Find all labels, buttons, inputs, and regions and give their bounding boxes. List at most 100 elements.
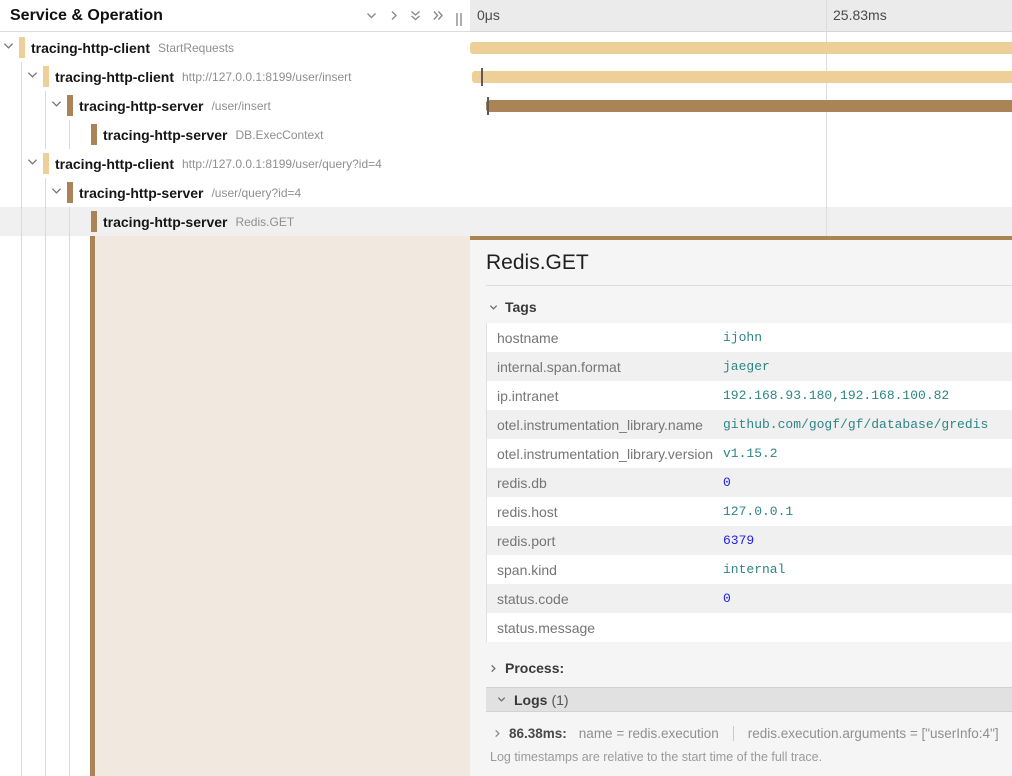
operation-name: Redis.GET bbox=[235, 215, 294, 229]
logs-label: Logs bbox=[514, 692, 547, 708]
double-chevron-right-icon[interactable] bbox=[430, 8, 445, 23]
tag-key: status.code bbox=[487, 591, 723, 607]
chevron-down-icon[interactable] bbox=[27, 71, 38, 79]
span-color-bar bbox=[19, 37, 25, 58]
log-marker-tick bbox=[481, 68, 483, 86]
chevron-right-icon[interactable] bbox=[386, 8, 401, 23]
span-tree-row[interactable]: tracing-http-client http://127.0.0.1:8199… bbox=[0, 149, 470, 178]
indent-guide bbox=[21, 236, 22, 776]
span-bar[interactable] bbox=[472, 71, 1012, 83]
span-color-bar bbox=[43, 66, 49, 87]
indent-guide bbox=[45, 236, 46, 776]
tag-key: redis.host bbox=[487, 504, 723, 520]
log-field: redis.execution.arguments = ["userInfo:4… bbox=[733, 726, 999, 741]
chevron-down-icon[interactable] bbox=[27, 158, 38, 166]
tag-key: otel.instrumentation_library.version bbox=[487, 446, 723, 462]
span-row-label: tracing-http-server/user/insert bbox=[79, 91, 271, 120]
operation-name: /user/query?id=4 bbox=[211, 186, 301, 200]
tag-row: otel.instrumentation_library.versionv1.1… bbox=[487, 439, 1012, 468]
chevron-down-icon[interactable] bbox=[364, 8, 379, 23]
timeline-tick-label: 25.83ms bbox=[833, 0, 887, 31]
span-bar[interactable] bbox=[486, 100, 1012, 112]
span-tree-row[interactable]: tracing-http-clienthttp://127.0.0.1:8199… bbox=[0, 62, 470, 91]
tag-key: otel.instrumentation_library.name bbox=[487, 417, 723, 433]
span-color-bar bbox=[91, 211, 97, 232]
detail-divider bbox=[486, 285, 1012, 286]
logs-section-header[interactable]: Logs (1) bbox=[486, 687, 1012, 712]
span-tree-row[interactable]: tracing-http-server/user/query?id=4 bbox=[0, 178, 470, 207]
timeline-header-left: Service & Operation bbox=[0, 0, 470, 32]
operation-name: StartRequests bbox=[158, 41, 234, 55]
process-section-header[interactable]: Process: bbox=[486, 655, 1012, 681]
tag-row: hostnameijohn bbox=[487, 323, 1012, 352]
chevron-down-icon[interactable] bbox=[51, 187, 62, 195]
tags-label: Tags bbox=[505, 299, 537, 315]
service-name: tracing-http-client bbox=[55, 69, 174, 85]
service-name: tracing-http-server bbox=[79, 98, 203, 114]
tags-section-header[interactable]: Tags bbox=[486, 295, 1012, 319]
tag-value: ijohn bbox=[723, 330, 762, 345]
log-field: name = redis.execution bbox=[579, 726, 719, 741]
span-color-bar bbox=[43, 153, 49, 174]
span-detail-title: Redis.GET bbox=[486, 248, 1012, 278]
span-tree-row[interactable]: tracing-http-server/user/insert bbox=[0, 91, 470, 120]
tag-key: redis.db bbox=[487, 475, 723, 491]
span-color-bar bbox=[67, 182, 73, 203]
indent-guide bbox=[21, 120, 22, 149]
timeline-ruler: 0μs 25.83ms bbox=[470, 0, 1012, 32]
service-name: tracing-http-client bbox=[55, 156, 174, 172]
double-chevron-down-icon[interactable] bbox=[408, 8, 423, 23]
trace-timeline-view: Service & Operation 0μs 25.83ms tracing-h… bbox=[0, 0, 1012, 776]
tag-row: ip.intranet192.168.93.180,192.168.100.82 bbox=[487, 381, 1012, 410]
span-tree-row[interactable]: tracing-http-server DB.ExecContext bbox=[0, 120, 470, 149]
span-color-bar bbox=[91, 124, 97, 145]
tag-row: redis.host127.0.0.1 bbox=[487, 497, 1012, 526]
chevron-down-icon[interactable] bbox=[3, 42, 14, 50]
chevron-right-icon bbox=[488, 663, 499, 674]
span-bar[interactable] bbox=[470, 42, 1012, 54]
indent-guide bbox=[69, 236, 70, 776]
span-row-label: tracing-http-clienthttp://127.0.0.1:8199… bbox=[55, 62, 351, 91]
indent-guide bbox=[69, 207, 70, 236]
service-name: tracing-http-server bbox=[103, 214, 227, 230]
tag-value: 6379 bbox=[723, 533, 754, 548]
tag-row: internal.span.formatjaeger bbox=[487, 352, 1012, 381]
process-label: Process: bbox=[505, 660, 564, 676]
tag-value: v1.15.2 bbox=[723, 446, 778, 461]
span-row-label: tracing-http-client http://127.0.0.1:8199… bbox=[55, 149, 382, 178]
tag-value: internal bbox=[723, 562, 785, 577]
service-name: tracing-http-client bbox=[31, 40, 150, 56]
log-timestamp: 86.38ms: bbox=[509, 726, 567, 741]
operation-name: http://127.0.0.1:8199/user/query?id=4 bbox=[182, 157, 382, 171]
span-row-label: tracing-http-server DB.ExecContext bbox=[103, 120, 324, 149]
tag-row: span.kindinternal bbox=[487, 555, 1012, 584]
tag-value: github.com/gogf/gf/database/gredis bbox=[723, 417, 988, 432]
chevron-right-icon bbox=[492, 728, 503, 739]
indent-guide bbox=[21, 62, 22, 91]
tag-row: redis.db0 bbox=[487, 468, 1012, 497]
span-tree-row[interactable]: tracing-http-server Redis.GET bbox=[0, 207, 470, 236]
span-tree-row[interactable]: tracing-http-client StartRequests bbox=[0, 33, 470, 62]
column-resizer-handle[interactable] bbox=[455, 13, 463, 26]
operation-name: DB.ExecContext bbox=[235, 128, 323, 142]
tag-key: ip.intranet bbox=[487, 388, 723, 404]
span-row-label: tracing-http-client StartRequests bbox=[31, 33, 234, 62]
tags-table: hostnameijohninternal.span.formatjaegeri… bbox=[486, 323, 1012, 642]
tag-value: 0 bbox=[723, 591, 731, 606]
tag-key: redis.port bbox=[487, 533, 723, 549]
timeline-tick-label: 0μs bbox=[477, 0, 500, 31]
tag-row: redis.port6379 bbox=[487, 526, 1012, 555]
service-name: tracing-http-server bbox=[103, 127, 227, 143]
tag-row: status.message bbox=[487, 613, 1012, 642]
span-detail-panel: Redis.GET Tags hostnameijohninternal.spa… bbox=[470, 236, 1012, 776]
timeline-gridline bbox=[826, 0, 827, 236]
log-entry-row[interactable]: 86.38ms: name = redis.execution redis.exe… bbox=[486, 726, 1012, 741]
logs-count: (1) bbox=[551, 692, 568, 708]
indent-guide bbox=[21, 207, 22, 236]
log-marker-tick bbox=[487, 97, 489, 115]
span-row-label: tracing-http-server Redis.GET bbox=[103, 207, 294, 236]
tag-key: hostname bbox=[487, 330, 723, 346]
chevron-down-icon[interactable] bbox=[51, 100, 62, 108]
logs-footnote: Log timestamps are relative to the start… bbox=[486, 750, 1012, 764]
timeline-collapse-controls bbox=[364, 8, 445, 23]
